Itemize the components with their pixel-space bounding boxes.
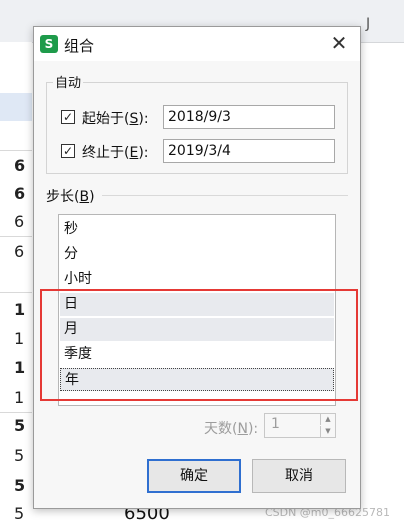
row-gridline — [0, 412, 32, 413]
list-item-seconds[interactable]: 秒 — [60, 218, 334, 241]
start-label: 起始于(S): — [82, 111, 149, 127]
spin-down-icon[interactable]: ▼ — [320, 426, 335, 437]
row-gridline — [0, 236, 32, 237]
auto-group-label: 自动 — [53, 72, 84, 91]
days-spinner[interactable]: 1 ▲ ▼ — [264, 413, 336, 438]
cell-value[interactable]: 5 — [14, 504, 24, 523]
cell-value[interactable]: 6 — [14, 184, 25, 203]
cell-value[interactable]: 5 — [14, 476, 25, 495]
days-label: 天数(N): — [204, 421, 259, 437]
list-item-hours[interactable]: 小时 — [60, 268, 334, 291]
cell-value[interactable]: 1 — [14, 358, 25, 377]
cell-value[interactable]: 1 — [14, 329, 24, 348]
cell-value[interactable]: 5 — [14, 416, 25, 435]
column-letter-j[interactable]: J — [366, 16, 370, 32]
cell-value[interactable]: 6 — [14, 156, 25, 175]
annotation-highlight-box — [40, 289, 358, 401]
dialog-title: 组合 — [64, 37, 95, 55]
step-separator — [102, 195, 348, 196]
selected-cell-highlight — [0, 93, 32, 121]
row-gridline — [0, 292, 32, 293]
row-gridline — [0, 150, 32, 151]
dialog-title-bar[interactable]: S 组合 ✕ — [34, 27, 360, 61]
list-item-minutes[interactable]: 分 — [60, 243, 334, 266]
cell-value[interactable]: 6 — [14, 242, 24, 261]
end-date-input[interactable]: 2019/3/4 — [163, 139, 335, 163]
start-checkbox[interactable]: ✓ — [61, 110, 75, 124]
cell-value[interactable]: 5 — [14, 446, 24, 465]
end-checkbox[interactable]: ✓ — [61, 144, 75, 158]
cancel-button[interactable]: 取消 — [252, 459, 346, 493]
start-date-input[interactable]: 2018/9/3 — [163, 105, 335, 129]
cell-value[interactable]: 1 — [14, 388, 24, 407]
cell-value[interactable]: 6 — [14, 212, 24, 231]
cell-value[interactable]: 1 — [14, 300, 25, 319]
app-logo-icon: S — [40, 35, 58, 53]
step-label: 步长(B) — [46, 189, 95, 205]
close-icon[interactable]: ✕ — [328, 32, 350, 54]
days-value: 1 — [271, 416, 280, 432]
ok-button[interactable]: 确定 — [147, 459, 241, 493]
end-label: 终止于(E): — [82, 145, 149, 161]
group-dialog: S 组合 ✕ 自动 ✓ 起始于(S): 2018/9/3 ✓ 终止于(E): 2… — [33, 26, 361, 509]
spin-up-icon[interactable]: ▲ — [320, 414, 335, 425]
